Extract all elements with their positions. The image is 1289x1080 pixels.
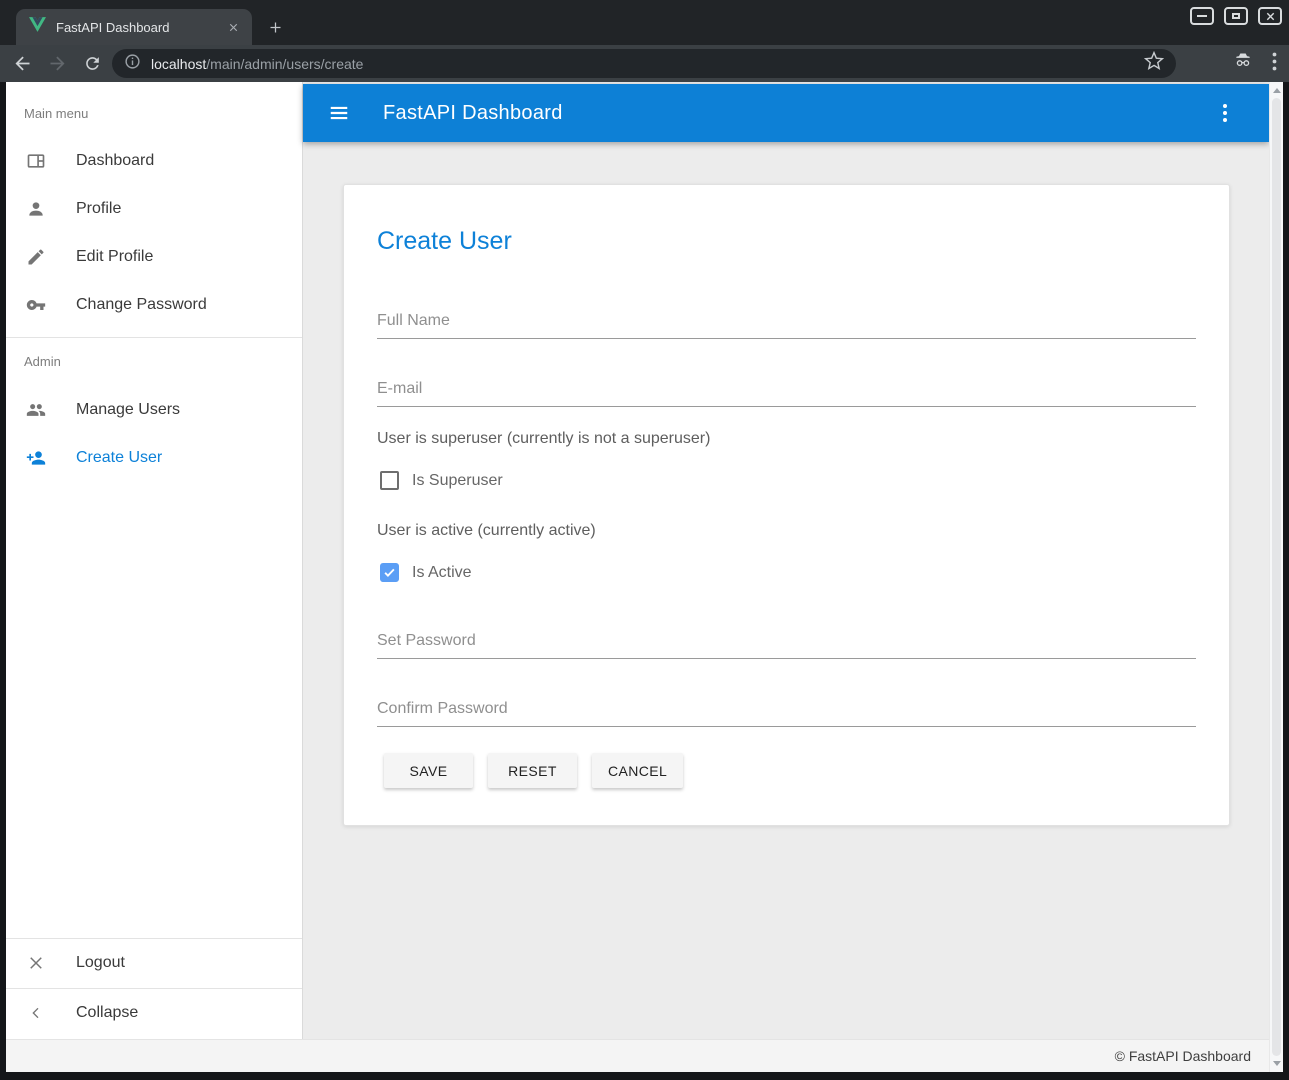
pencil-icon (24, 247, 48, 267)
sidebar-section-admin: Admin (24, 354, 61, 369)
sidebar-item-label: Profile (76, 200, 121, 218)
sidebar-item-label: Dashboard (76, 152, 154, 170)
sidebar-section-main-menu: Main menu (24, 106, 88, 121)
scrollbar-thumb[interactable] (1272, 98, 1281, 1056)
sidebar-item-label: Change Password (76, 296, 207, 314)
sidebar-item-label: Edit Profile (76, 248, 153, 266)
is-superuser-checkbox[interactable]: Is Superuser (380, 471, 503, 490)
set-password-input[interactable] (377, 623, 1196, 659)
close-x-icon (24, 954, 48, 972)
tab-close-icon[interactable] (225, 19, 242, 36)
site-info-icon[interactable] (124, 53, 141, 75)
page: Main menu Dashboard Profile Edit Profile… (6, 82, 1283, 1072)
checkbox-checked-icon[interactable] (380, 563, 399, 582)
sidebar: Main menu Dashboard Profile Edit Profile… (6, 82, 303, 1039)
window-minimize-button[interactable] (1190, 7, 1214, 25)
forward-button-icon[interactable] (44, 51, 70, 77)
sidebar-item-edit-profile[interactable]: Edit Profile (6, 233, 302, 281)
scrollbar-down-arrow-icon[interactable] (1273, 1061, 1281, 1066)
superuser-hint-text: User is superuser (currently is not a su… (377, 430, 710, 448)
sidebar-item-manage-users[interactable]: Manage Users (6, 386, 302, 434)
app-title: FastAPI Dashboard (383, 102, 563, 125)
full-name-input[interactable] (377, 303, 1196, 339)
checkbox-unchecked-icon[interactable] (380, 471, 399, 490)
toolbar-right (1232, 49, 1277, 78)
page-footer: © FastAPI Dashboard (6, 1039, 1283, 1072)
footer-copyright: © FastAPI Dashboard (1115, 1048, 1251, 1064)
browser-tab[interactable]: FastAPI Dashboard (16, 9, 252, 45)
scrollbar-up-arrow-icon[interactable] (1273, 88, 1281, 93)
vertical-scrollbar[interactable] (1269, 82, 1283, 1072)
cancel-button[interactable]: CANCEL (592, 753, 683, 788)
sidebar-item-profile[interactable]: Profile (6, 185, 302, 233)
back-button-icon[interactable] (9, 51, 35, 77)
reset-button[interactable]: RESET (488, 753, 577, 788)
incognito-icon (1232, 51, 1254, 76)
vue-favicon-icon (29, 17, 46, 37)
sidebar-item-dashboard[interactable]: Dashboard (6, 137, 302, 185)
save-button[interactable]: SAVE (384, 753, 473, 788)
key-icon (24, 295, 48, 315)
is-active-checkbox[interactable]: Is Active (380, 563, 472, 582)
window-close-button[interactable] (1258, 7, 1282, 25)
active-hint-text: User is active (currently active) (377, 522, 596, 540)
form-title: Create User (377, 227, 512, 256)
chevron-left-icon (24, 1005, 48, 1021)
sidebar-item-label: Collapse (76, 1004, 138, 1022)
checkbox-label: Is Superuser (412, 472, 503, 490)
sidebar-item-change-password[interactable]: Change Password (6, 281, 302, 329)
person-icon (24, 199, 48, 219)
checkbox-label: Is Active (412, 564, 472, 582)
sidebar-item-label: Logout (76, 954, 125, 972)
url-path: /main/admin/users/create (206, 56, 363, 72)
confirm-password-input[interactable] (377, 691, 1196, 727)
url-text: localhost/main/admin/users/create (151, 56, 363, 72)
sidebar-item-label: Manage Users (76, 401, 180, 419)
sidebar-item-label: Create User (76, 449, 162, 467)
new-tab-button[interactable] (264, 16, 286, 38)
tab-title: FastAPI Dashboard (56, 20, 225, 35)
url-host: localhost (151, 56, 206, 72)
app-bar: FastAPI Dashboard (303, 84, 1269, 142)
sidebar-divider (6, 337, 302, 338)
sidebar-item-logout[interactable]: Logout (6, 939, 302, 987)
hamburger-menu-icon[interactable] (327, 101, 351, 125)
browser-menu-icon[interactable] (1272, 52, 1277, 76)
email-input[interactable] (377, 371, 1196, 407)
create-user-card: Create User User is superuser (currently… (343, 184, 1230, 826)
people-icon (24, 400, 48, 420)
window-controls (1190, 7, 1282, 25)
form-buttons: SAVE RESET CANCEL (384, 753, 683, 788)
browser-toolbar: localhost/main/admin/users/create (0, 45, 1289, 82)
app-menu-kebab-icon[interactable] (1213, 101, 1237, 125)
window-maximize-button[interactable] (1224, 7, 1248, 25)
sidebar-item-create-user[interactable]: Create User (6, 434, 302, 482)
address-bar[interactable]: localhost/main/admin/users/create (112, 49, 1176, 78)
browser-titlebar: FastAPI Dashboard (0, 0, 1289, 45)
person-add-icon (24, 448, 48, 468)
refresh-button-icon[interactable] (79, 51, 105, 77)
dashboard-icon (24, 151, 48, 171)
bookmark-star-icon[interactable] (1144, 51, 1164, 76)
sidebar-item-collapse[interactable]: Collapse (6, 989, 302, 1037)
